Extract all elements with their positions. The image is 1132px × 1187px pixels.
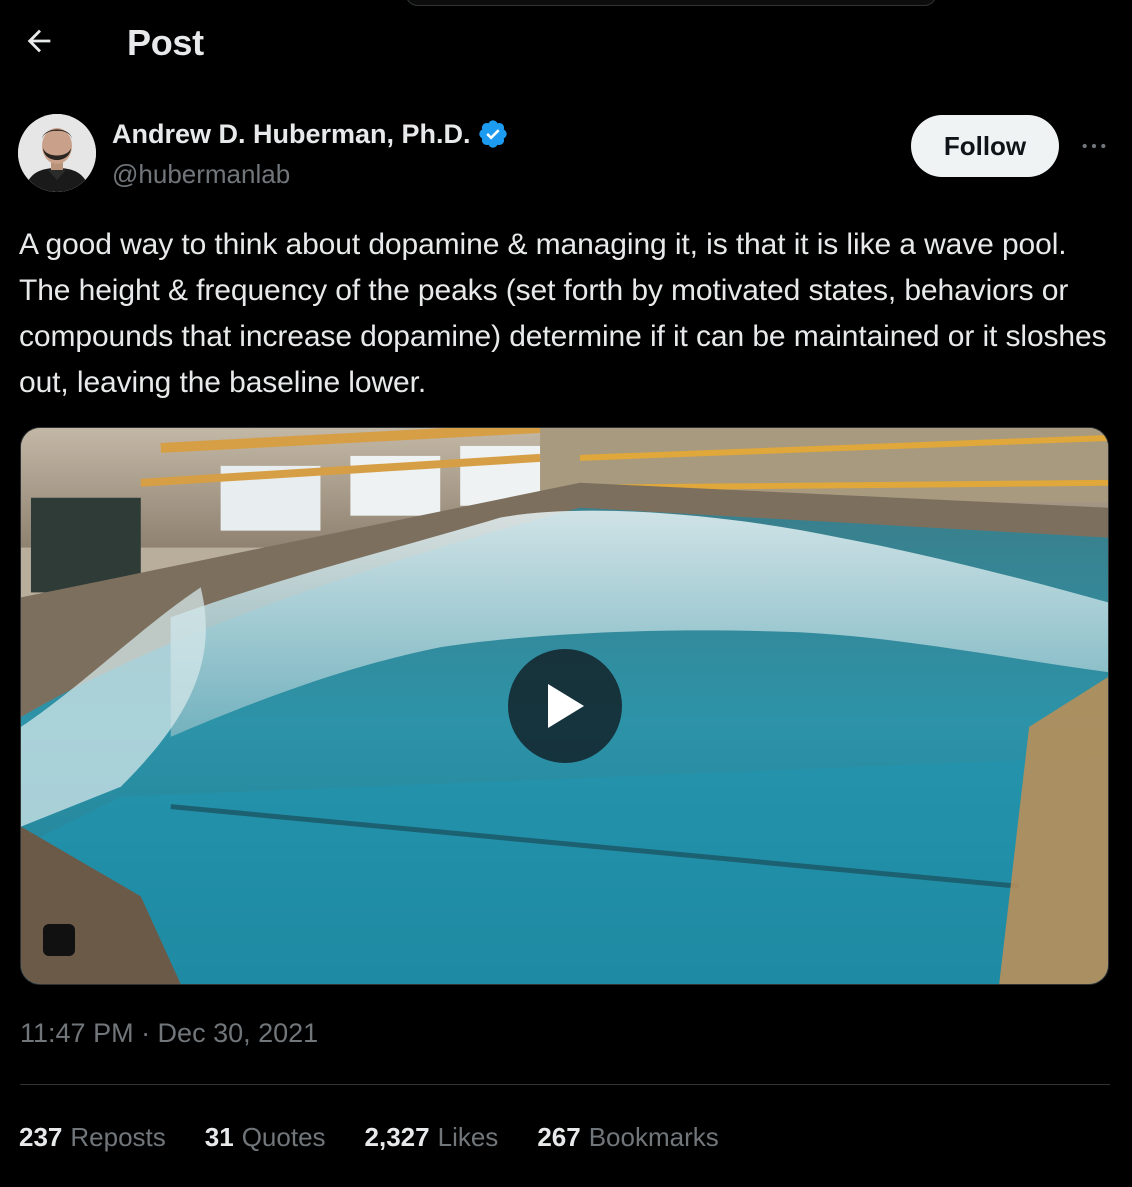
- reposts-label: Reposts: [70, 1122, 166, 1152]
- post-stats: 237 Reposts 31 Quotes 2,327 Likes 267 Bookma…: [19, 1122, 758, 1153]
- quotes-label: Quotes: [241, 1122, 326, 1152]
- avatar[interactable]: [18, 114, 96, 192]
- reposts-count: 237: [19, 1122, 63, 1152]
- more-options-button[interactable]: [1074, 126, 1114, 166]
- bookmarks-count: 267: [537, 1122, 581, 1152]
- follow-button[interactable]: Follow: [911, 115, 1059, 177]
- quotes-count: 31: [204, 1122, 234, 1152]
- likes-stat[interactable]: 2,327 Likes: [365, 1122, 499, 1153]
- quotes-stat[interactable]: 31 Quotes: [205, 1122, 326, 1153]
- play-button[interactable]: [508, 649, 622, 763]
- likes-count: 2,327: [364, 1122, 430, 1152]
- video-player[interactable]: [20, 427, 1109, 985]
- author-row: Andrew D. Huberman, Ph.D. @hubermanlab F…: [18, 114, 1114, 194]
- post-header: Post: [0, 0, 1132, 90]
- verified-badge-icon[interactable]: [477, 118, 509, 150]
- post-text: A good way to think about dopamine & man…: [19, 228, 1107, 399]
- bookmarks-label: Bookmarks: [588, 1122, 719, 1152]
- video-badge: [43, 924, 75, 956]
- arrow-left-icon: [27, 29, 51, 53]
- divider: [20, 1084, 1110, 1085]
- post-timestamp[interactable]: 11:47 PM · Dec 30, 2021: [20, 1018, 318, 1049]
- author-name-wrap: Andrew D. Huberman, Ph.D.: [112, 118, 509, 150]
- more-options-icon: [1082, 143, 1106, 149]
- likes-label: Likes: [437, 1122, 499, 1152]
- author-handle[interactable]: @hubermanlab: [112, 159, 290, 190]
- reposts-stat[interactable]: 237 Reposts: [19, 1122, 166, 1153]
- play-icon: [548, 684, 584, 728]
- back-button[interactable]: [14, 18, 64, 64]
- bookmarks-stat[interactable]: 267 Bookmarks: [537, 1122, 718, 1153]
- author-name[interactable]: Andrew D. Huberman, Ph.D.: [112, 119, 471, 150]
- page-title: Post: [127, 22, 204, 63]
